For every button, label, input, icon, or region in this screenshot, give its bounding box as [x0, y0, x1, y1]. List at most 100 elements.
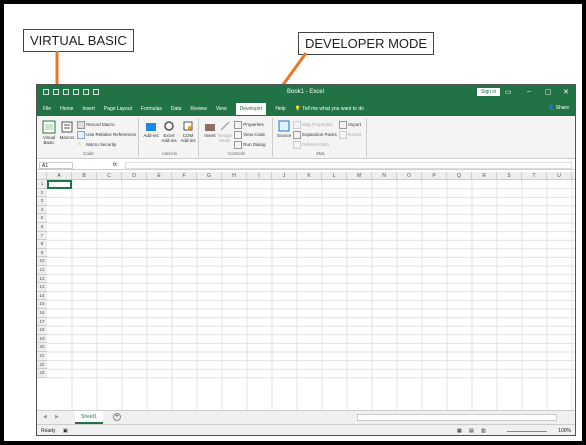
- row-header-4[interactable]: 4: [37, 205, 47, 215]
- tab-file[interactable]: File: [43, 106, 51, 112]
- column-header-r[interactable]: R: [472, 172, 497, 180]
- restore-button[interactable]: ▢: [545, 88, 552, 96]
- column-header-n[interactable]: N: [372, 172, 397, 180]
- row-header-15[interactable]: 15: [37, 300, 47, 309]
- spreadsheet-grid[interactable]: ABCDEFGHIJKLMNOPQRSTU 1 2 3 4 5 6 7 8 9 10 11 12 13 1…: [37, 172, 575, 410]
- row-header-2[interactable]: 2: [37, 188, 47, 198]
- new-icon[interactable]: [83, 89, 89, 95]
- column-header-k[interactable]: K: [297, 172, 322, 180]
- row-header-11[interactable]: 11: [37, 266, 47, 275]
- row-header-13[interactable]: 13: [37, 283, 47, 292]
- view-code-button[interactable]: View Code: [234, 131, 265, 139]
- zoom-level[interactable]: 100%: [558, 428, 571, 434]
- tab-data[interactable]: Data: [171, 106, 182, 112]
- row-header-14[interactable]: 14: [37, 291, 47, 301]
- com-addins-button[interactable]: COM Add-ins: [179, 120, 197, 143]
- page-break-view-icon[interactable]: ▥: [481, 428, 486, 434]
- column-header-d[interactable]: D: [122, 172, 147, 180]
- column-header-h[interactable]: H: [222, 172, 247, 180]
- row-header-3[interactable]: 3: [37, 197, 47, 206]
- tab-formulas[interactable]: Formulas: [141, 106, 162, 112]
- tab-insert[interactable]: Insert: [82, 106, 95, 112]
- column-header-p[interactable]: P: [422, 172, 447, 180]
- column-header-i[interactable]: I: [247, 172, 272, 180]
- design-mode-button[interactable]: Design Mode: [218, 120, 232, 143]
- add-ins-button[interactable]: Add-ins: [143, 120, 159, 138]
- column-header-j[interactable]: J: [272, 172, 297, 180]
- tab-view[interactable]: View: [216, 106, 227, 112]
- active-cell[interactable]: [47, 180, 72, 189]
- macros-button[interactable]: Macros: [59, 120, 75, 140]
- print-icon[interactable]: [73, 89, 79, 95]
- source-button[interactable]: Source: [277, 120, 291, 138]
- prev-sheet-icon[interactable]: ◀: [43, 414, 47, 420]
- save-icon[interactable]: [43, 89, 49, 95]
- fx-icon[interactable]: fx: [113, 162, 117, 168]
- name-box[interactable]: A1: [39, 162, 73, 169]
- row-header-7[interactable]: 7: [37, 231, 47, 241]
- page-layout-view-icon[interactable]: ▤: [469, 428, 474, 434]
- customize-icon[interactable]: [93, 89, 99, 95]
- sheet-tab-sheet1[interactable]: Sheet1: [75, 411, 103, 424]
- column-header-s[interactable]: S: [497, 172, 522, 180]
- tell-me-search[interactable]: 💡 Tell me what you want to do: [295, 106, 364, 112]
- tab-review[interactable]: Review: [190, 106, 206, 112]
- row-header-1[interactable]: 1: [37, 180, 47, 189]
- visual-basic-button[interactable]: Visual Basic: [41, 120, 57, 145]
- row-header-8[interactable]: 8: [37, 240, 47, 249]
- map-properties-button[interactable]: Map Properties: [293, 121, 333, 129]
- row-header-18[interactable]: 18: [37, 326, 47, 335]
- row-header-12[interactable]: 12: [37, 274, 47, 284]
- excel-addins-button[interactable]: Excel Add-ins: [160, 120, 178, 143]
- zoom-slider[interactable]: [507, 431, 547, 432]
- import-button[interactable]: Import: [339, 121, 361, 129]
- next-sheet-icon[interactable]: ▶: [55, 414, 59, 420]
- column-header-t[interactable]: T: [522, 172, 547, 180]
- normal-view-icon[interactable]: ▦: [457, 428, 462, 434]
- row-header-19[interactable]: 19: [37, 334, 47, 344]
- run-dialog-button[interactable]: Run Dialog: [234, 141, 266, 149]
- horizontal-scrollbar[interactable]: [357, 414, 557, 421]
- row-header-10[interactable]: 10: [37, 257, 47, 266]
- row-header-23[interactable]: 23: [37, 369, 47, 378]
- undo-icon[interactable]: [53, 89, 59, 95]
- column-header-a[interactable]: A: [47, 172, 72, 180]
- export-button[interactable]: Export: [339, 131, 361, 139]
- row-header-6[interactable]: 6: [37, 223, 47, 232]
- tab-home[interactable]: Home: [60, 106, 73, 112]
- row-header-21[interactable]: 21: [37, 352, 47, 361]
- macro-security-button[interactable]: ⚠ Macro Security: [77, 141, 116, 149]
- add-sheet-button[interactable]: +: [113, 413, 121, 421]
- minimize-button[interactable]: –: [527, 88, 531, 95]
- column-header-g[interactable]: G: [197, 172, 222, 180]
- column-header-o[interactable]: O: [397, 172, 422, 180]
- tab-page-layout[interactable]: Page Layout: [104, 106, 132, 112]
- column-header-c[interactable]: C: [97, 172, 122, 180]
- tab-help[interactable]: Help: [275, 106, 285, 112]
- expansion-packs-button[interactable]: Expansion Packs: [293, 131, 337, 139]
- record-macro-button[interactable]: Record Macro: [77, 121, 115, 129]
- row-header-22[interactable]: 22: [37, 360, 47, 370]
- insert-control-button[interactable]: Insert: [203, 120, 217, 138]
- row-header-5[interactable]: 5: [37, 214, 47, 223]
- formula-input[interactable]: [125, 162, 572, 169]
- refresh-data-button[interactable]: Refresh Data: [293, 141, 329, 149]
- tab-developer[interactable]: Developer: [235, 102, 267, 115]
- column-header-u[interactable]: U: [547, 172, 572, 180]
- row-header-9[interactable]: 9: [37, 248, 47, 258]
- relative-references-button[interactable]: Use Relative References: [77, 131, 136, 139]
- redo-icon[interactable]: [63, 89, 69, 95]
- share-button[interactable]: 👤 Share: [548, 105, 569, 111]
- row-header-16[interactable]: 16: [37, 309, 47, 318]
- row-header-17[interactable]: 17: [37, 317, 47, 327]
- column-header-e[interactable]: E: [147, 172, 172, 180]
- sign-in-button[interactable]: Sign in: [477, 88, 501, 96]
- select-all-corner[interactable]: [37, 172, 47, 180]
- column-header-m[interactable]: M: [347, 172, 372, 180]
- column-header-b[interactable]: B: [72, 172, 97, 180]
- column-header-l[interactable]: L: [322, 172, 347, 180]
- column-header-f[interactable]: F: [172, 172, 197, 180]
- row-header-20[interactable]: 20: [37, 343, 47, 352]
- macro-recording-icon[interactable]: ▣: [63, 428, 68, 434]
- column-header-q[interactable]: Q: [447, 172, 472, 180]
